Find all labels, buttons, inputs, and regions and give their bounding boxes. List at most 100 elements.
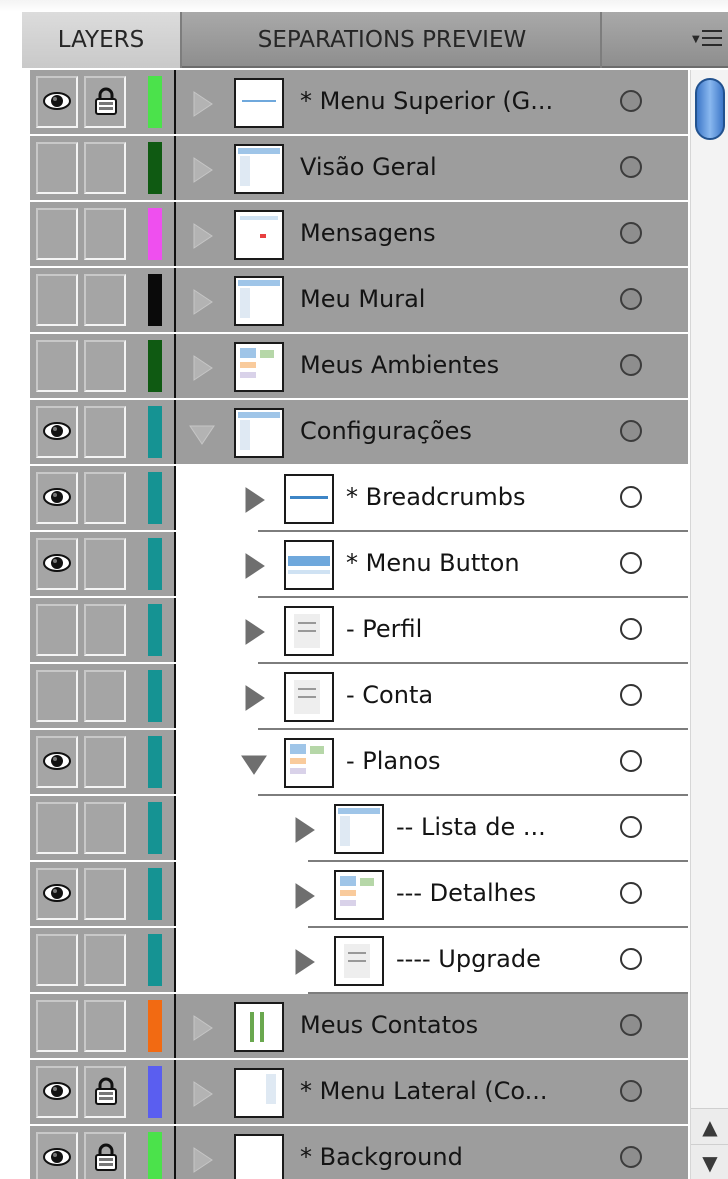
layer-row[interactable]: Configurações <box>30 400 688 466</box>
layer-row[interactable]: - Conta <box>30 664 688 730</box>
visibility-toggle[interactable] <box>36 802 78 854</box>
target-circle-icon[interactable] <box>620 288 642 310</box>
visibility-toggle[interactable] <box>36 1066 78 1118</box>
tab-layers[interactable]: LAYERS <box>22 12 182 68</box>
scrollbar[interactable]: ▲ ▼ <box>690 70 728 1179</box>
visibility-toggle[interactable] <box>36 538 78 590</box>
visibility-toggle[interactable] <box>36 76 78 128</box>
layer-row[interactable]: -- Lista de ... <box>30 796 688 862</box>
layer-row[interactable]: Visão Geral <box>30 136 688 202</box>
layer-name[interactable]: Meu Mural <box>300 282 425 316</box>
layer-name[interactable]: Meus Ambientes <box>300 348 499 382</box>
scroll-down-button[interactable]: ▼ <box>691 1144 728 1179</box>
visibility-toggle[interactable] <box>36 1132 78 1179</box>
layer-content[interactable]: * Background <box>178 1126 688 1179</box>
lock-toggle[interactable] <box>84 274 126 326</box>
layer-name[interactable]: ---- Upgrade <box>396 942 541 976</box>
expand-arrow-icon[interactable] <box>290 948 318 976</box>
lock-toggle[interactable] <box>84 142 126 194</box>
visibility-toggle[interactable] <box>36 868 78 920</box>
visibility-toggle[interactable] <box>36 208 78 260</box>
lock-toggle[interactable] <box>84 76 126 128</box>
expand-arrow-icon[interactable] <box>188 90 216 118</box>
lock-toggle[interactable] <box>84 868 126 920</box>
target-circle-icon[interactable] <box>620 618 642 640</box>
layer-content[interactable]: * Menu Button <box>218 532 688 598</box>
layer-name[interactable]: Visão Geral <box>300 150 437 184</box>
layer-name[interactable]: Configurações <box>300 414 472 448</box>
layer-content[interactable]: --- Detalhes <box>268 862 688 928</box>
target-circle-icon[interactable] <box>620 816 642 838</box>
layer-name[interactable]: Meus Contatos <box>300 1008 478 1042</box>
visibility-toggle[interactable] <box>36 1000 78 1052</box>
layer-row[interactable]: Meus Ambientes <box>30 334 688 400</box>
layer-name[interactable]: --- Detalhes <box>396 876 536 910</box>
layer-name[interactable]: -- Lista de ... <box>396 810 546 844</box>
lock-toggle[interactable] <box>84 340 126 392</box>
target-circle-icon[interactable] <box>620 750 642 772</box>
target-circle-icon[interactable] <box>620 684 642 706</box>
layer-row[interactable]: ---- Upgrade <box>30 928 688 994</box>
layer-content[interactable]: ---- Upgrade <box>268 928 688 994</box>
target-circle-icon[interactable] <box>620 156 642 178</box>
lock-toggle[interactable] <box>84 538 126 590</box>
layer-name[interactable]: * Background <box>300 1140 463 1174</box>
layer-name[interactable]: - Conta <box>346 678 433 712</box>
expand-arrow-icon[interactable] <box>188 1146 216 1174</box>
visibility-toggle[interactable] <box>36 670 78 722</box>
lock-toggle[interactable] <box>84 736 126 788</box>
expand-arrow-icon[interactable] <box>290 882 318 910</box>
panel-menu-button[interactable]: ▼ <box>688 12 728 68</box>
collapse-arrow-icon[interactable] <box>240 750 268 778</box>
layer-row[interactable]: * Menu Button <box>30 532 688 598</box>
lock-toggle[interactable] <box>84 934 126 986</box>
visibility-toggle[interactable] <box>36 736 78 788</box>
layer-name[interactable]: - Planos <box>346 744 441 778</box>
layer-content[interactable]: - Perfil <box>218 598 688 664</box>
layer-content[interactable]: Configurações <box>178 400 688 464</box>
layer-row[interactable]: - Planos <box>30 730 688 796</box>
expand-arrow-icon[interactable] <box>240 618 268 646</box>
target-circle-icon[interactable] <box>620 552 642 574</box>
layer-content[interactable]: * Menu Superior (G... <box>178 70 688 134</box>
layer-row[interactable]: --- Detalhes <box>30 862 688 928</box>
layer-name[interactable]: * Menu Lateral (Co... <box>300 1074 548 1108</box>
visibility-toggle[interactable] <box>36 274 78 326</box>
lock-toggle[interactable] <box>84 1066 126 1118</box>
target-circle-icon[interactable] <box>620 486 642 508</box>
layer-row[interactable]: * Menu Lateral (Co... <box>30 1060 688 1126</box>
expand-arrow-icon[interactable] <box>188 354 216 382</box>
visibility-toggle[interactable] <box>36 142 78 194</box>
lock-toggle[interactable] <box>84 670 126 722</box>
target-circle-icon[interactable] <box>620 1080 642 1102</box>
lock-toggle[interactable] <box>84 472 126 524</box>
layer-content[interactable]: * Menu Lateral (Co... <box>178 1060 688 1124</box>
visibility-toggle[interactable] <box>36 604 78 656</box>
expand-arrow-icon[interactable] <box>188 156 216 184</box>
lock-toggle[interactable] <box>84 406 126 458</box>
lock-toggle[interactable] <box>84 1000 126 1052</box>
visibility-toggle[interactable] <box>36 340 78 392</box>
layer-row[interactable]: * Background <box>30 1126 688 1179</box>
scroll-up-button[interactable]: ▲ <box>691 1108 728 1145</box>
layer-name[interactable]: * Menu Superior (G... <box>300 84 553 118</box>
layer-row[interactable]: Mensagens <box>30 202 688 268</box>
target-circle-icon[interactable] <box>620 222 642 244</box>
expand-arrow-icon[interactable] <box>290 816 318 844</box>
layer-content[interactable]: Visão Geral <box>178 136 688 200</box>
layer-content[interactable]: Mensagens <box>178 202 688 266</box>
layer-name[interactable]: * Breadcrumbs <box>346 480 526 514</box>
layer-name[interactable]: Mensagens <box>300 216 436 250</box>
target-circle-icon[interactable] <box>620 882 642 904</box>
lock-toggle[interactable] <box>84 1132 126 1179</box>
layer-row[interactable]: * Breadcrumbs <box>30 466 688 532</box>
tab-separations-preview[interactable]: SEPARATIONS PREVIEW <box>184 12 602 68</box>
target-circle-icon[interactable] <box>620 1146 642 1168</box>
collapse-arrow-icon[interactable] <box>188 420 216 448</box>
lock-toggle[interactable] <box>84 604 126 656</box>
target-circle-icon[interactable] <box>620 948 642 970</box>
layer-content[interactable]: - Planos <box>218 730 688 796</box>
layer-content[interactable]: Meus Ambientes <box>178 334 688 398</box>
expand-arrow-icon[interactable] <box>240 486 268 514</box>
layer-content[interactable]: - Conta <box>218 664 688 730</box>
